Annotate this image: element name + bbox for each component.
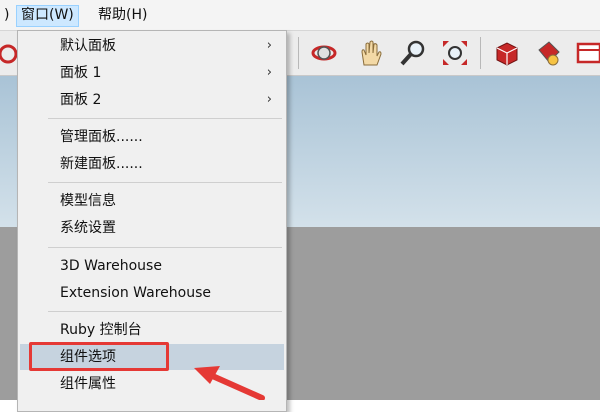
submenu-arrow-icon: ›	[266, 65, 272, 80]
menu-previous-item[interactable]: )	[0, 5, 13, 25]
menu-separator	[48, 182, 282, 183]
orbit-icon[interactable]	[309, 38, 339, 68]
menu-item-label: 面板 2	[60, 92, 102, 108]
menu-item-ruby-console[interactable]: Ruby 控制台	[20, 317, 284, 343]
menu-item-manage-trays[interactable]: 管理面板......	[20, 124, 284, 150]
menu-separator	[48, 247, 282, 248]
menu-item-label: 默认面板	[60, 38, 116, 54]
zoom-extents-icon[interactable]	[440, 38, 470, 68]
zoom-icon[interactable]	[398, 38, 428, 68]
menu-separator	[48, 118, 282, 119]
menu-item-label: Ruby 控制台	[60, 322, 142, 338]
menu-item-label: 模型信息	[60, 193, 116, 209]
menu-item-tray-1[interactable]: 面板 1 ›	[20, 60, 284, 86]
menu-separator	[48, 311, 282, 312]
menu-item-model-info[interactable]: 模型信息	[20, 188, 284, 214]
menu-help[interactable]: 帮助(H)	[94, 5, 151, 25]
menu-bar: ) 窗口(W) 帮助(H)	[0, 0, 600, 31]
toolbar-separator	[298, 37, 299, 69]
paint-bucket-icon[interactable]	[533, 38, 563, 68]
toolbar-separator	[480, 37, 481, 69]
component-icon[interactable]	[492, 38, 522, 68]
menu-item-default-tray[interactable]: 默认面板 ›	[20, 33, 284, 59]
annotation-highlight-box	[29, 342, 169, 371]
menu-item-label: 组件属性	[60, 376, 116, 392]
menu-window[interactable]: 窗口(W)	[16, 5, 79, 27]
annotation-arrow-icon	[194, 366, 265, 400]
menu-item-label: 新建面板......	[60, 156, 143, 172]
warehouse-icon[interactable]	[574, 38, 600, 68]
menu-item-label: 系统设置	[60, 220, 116, 236]
submenu-arrow-icon: ›	[266, 92, 272, 107]
menu-item-label: Extension Warehouse	[60, 285, 211, 301]
submenu-arrow-icon: ›	[266, 38, 272, 53]
menu-item-tray-2[interactable]: 面板 2 ›	[20, 87, 284, 113]
menu-item-3d-warehouse[interactable]: 3D Warehouse	[20, 253, 284, 279]
menu-item-preferences[interactable]: 系统设置	[20, 215, 284, 241]
menu-item-label: 3D Warehouse	[60, 258, 162, 274]
pan-hand-icon[interactable]	[355, 38, 385, 68]
menu-item-new-tray[interactable]: 新建面板......	[20, 151, 284, 177]
menu-item-extension-warehouse[interactable]: Extension Warehouse	[20, 280, 284, 306]
menu-item-label: 管理面板......	[60, 129, 143, 145]
menu-item-label: 面板 1	[60, 65, 102, 81]
